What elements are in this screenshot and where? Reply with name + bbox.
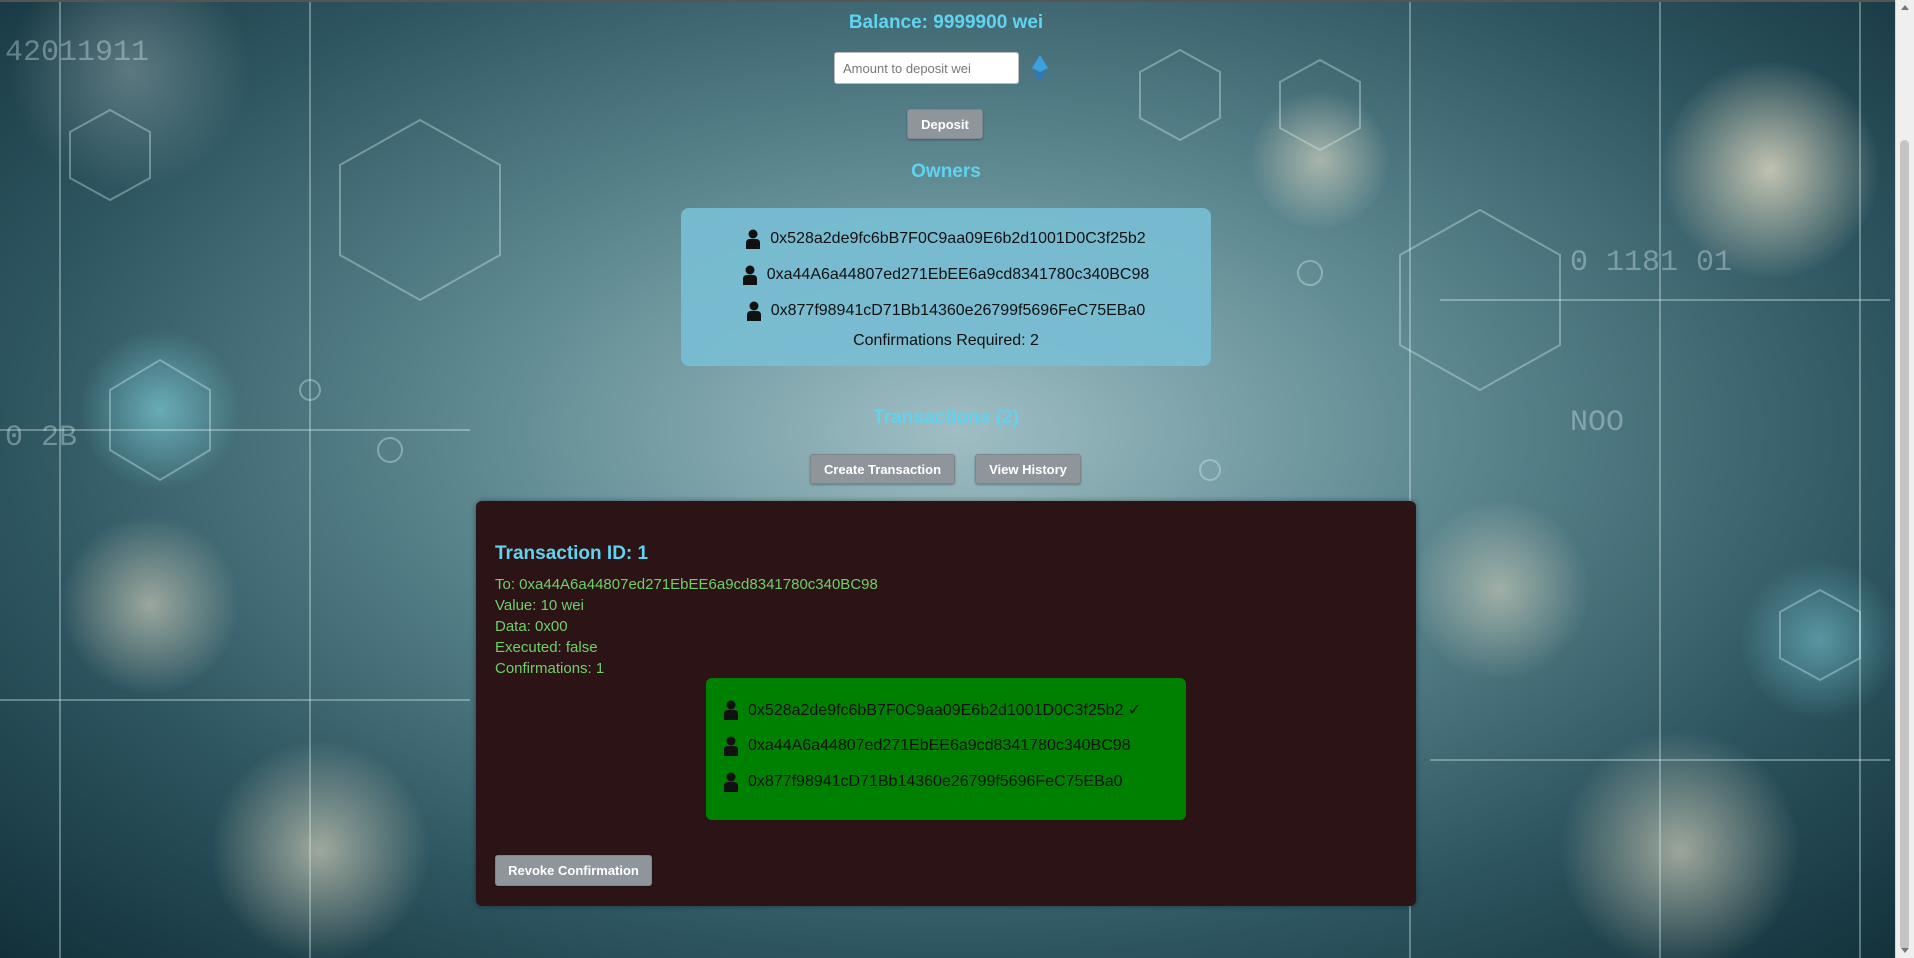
person-icon: [746, 301, 761, 321]
deposit-row: [834, 52, 1049, 84]
owner-confirmation-item: 0x877f98941cD71Bb14360e26799f5696FeC75EB…: [724, 772, 1123, 792]
scroll-down-arrow-icon[interactable]: [1901, 948, 1909, 953]
owner-confirmation-address: 0x528a2de9fc6bB7F0C9aa09E6b2d1001D0C3f25…: [748, 702, 1142, 719]
revoke-confirmation-button[interactable]: Revoke Confirmation: [495, 855, 652, 886]
deposit-button[interactable]: Deposit: [907, 109, 983, 139]
owner-confirmation-item: 0x528a2de9fc6bB7F0C9aa09E6b2d1001D0C3f25…: [724, 700, 1141, 720]
create-transaction-button[interactable]: Create Transaction: [810, 454, 955, 484]
person-icon: [746, 229, 761, 249]
window-top-border: [0, 0, 1914, 2]
owner-item: 0x528a2de9fc6bB7F0C9aa09E6b2d1001D0C3f25…: [681, 229, 1211, 249]
person-icon: [724, 736, 738, 756]
background-glyphs: 42011911: [5, 36, 149, 70]
vertical-scrollbar[interactable]: [1895, 0, 1914, 958]
person-icon: [742, 265, 757, 285]
scroll-up-arrow-icon[interactable]: [1901, 5, 1909, 10]
transaction-id: Transaction ID: 1: [495, 543, 649, 564]
owners-list: 0x528a2de9fc6bB7F0C9aa09E6b2d1001D0C3f25…: [681, 208, 1211, 366]
owner-confirmation-item: 0xa44A6a44807ed271EbEE6a9cd8341780c340BC…: [724, 736, 1131, 756]
owner-address: 0xa44A6a44807ed271EbEE6a9cd8341780c340BC…: [766, 266, 1150, 283]
owner-address: 0x528a2de9fc6bB7F0C9aa09E6b2d1001D0C3f25…: [770, 230, 1146, 247]
transaction-confirmations: Confirmations: 1: [495, 660, 605, 677]
owner-item: 0x877f98941cD71Bb14360e26799f5696FeC75EB…: [681, 301, 1211, 321]
svg-text:0 1181 01: 0 1181 01: [1570, 246, 1732, 280]
person-icon: [724, 772, 738, 792]
transaction-value: Value: 10 wei: [495, 597, 584, 614]
confirmations-required: Confirmations Required: 2: [853, 332, 1039, 349]
deposit-amount-input[interactable]: [834, 52, 1019, 84]
transaction-to: To: 0xa44A6a44807ed271EbEE6a9cd8341780c3…: [495, 576, 878, 593]
view-history-button[interactable]: View History: [975, 454, 1081, 484]
transaction-executed: Executed: false: [495, 639, 598, 656]
ethereum-icon: [1032, 55, 1048, 81]
scrollbar-thumb[interactable]: [1900, 140, 1909, 950]
transactions-heading: Transactions (2): [873, 407, 1019, 428]
owner-confirmations-list: 0x528a2de9fc6bB7F0C9aa09E6b2d1001D0C3f25…: [706, 678, 1186, 820]
transaction-data: Data: 0x00: [495, 618, 568, 635]
owner-confirmation-address: 0xa44A6a44807ed271EbEE6a9cd8341780c340BC…: [748, 737, 1131, 754]
owner-confirmation-address: 0x877f98941cD71Bb14360e26799f5696FeC75EB…: [748, 773, 1123, 790]
owner-item: 0xa44A6a44807ed271EbEE6a9cd8341780c340BC…: [681, 265, 1211, 285]
owners-heading: Owners: [911, 161, 981, 182]
transaction-card: Transaction ID: 1 To: 0xa44A6a44807ed271…: [476, 501, 1416, 906]
balance-display: Balance: 9999900 wei: [848, 12, 1044, 33]
owner-address: 0x877f98941cD71Bb14360e26799f5696FeC75EB…: [770, 302, 1146, 319]
person-icon: [724, 700, 738, 720]
